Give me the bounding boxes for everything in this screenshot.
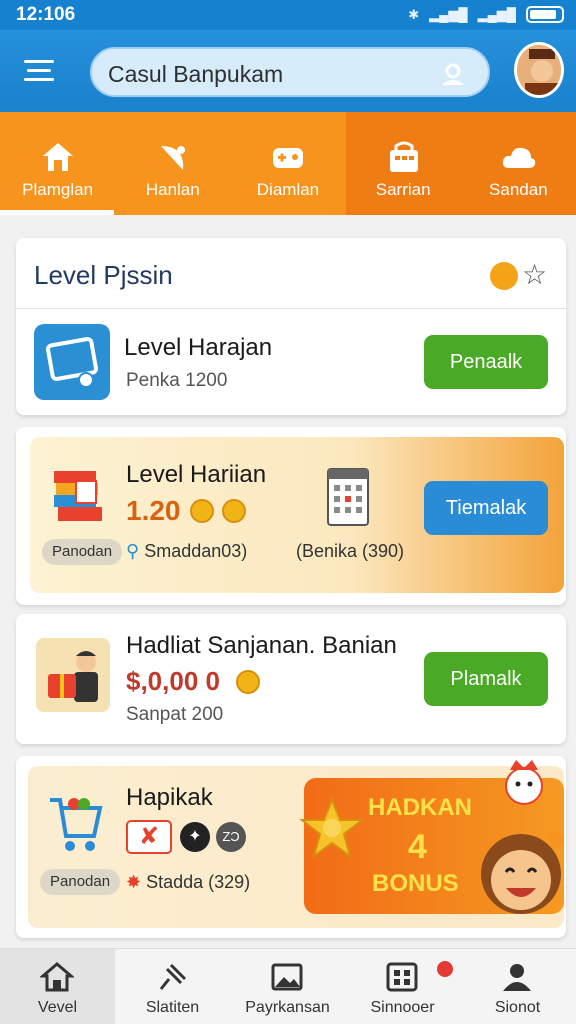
card4-title: Hapikak: [126, 784, 213, 811]
signal-icon: ▂▄▆█: [429, 6, 468, 22]
card4-meta-row: ✸ Stadda (329): [126, 872, 250, 893]
book-stack-icon: [54, 471, 102, 521]
category-pill: Panodan: [40, 869, 121, 895]
nav-label: Sinnooer: [370, 999, 435, 1016]
status-bar: 12:106 ✱ ▂▄▆█ ▂▄▆█: [0, 0, 576, 30]
nav-sinnooer[interactable]: Sinnooer: [345, 949, 460, 1024]
level-app-icon: [34, 324, 110, 400]
signal-icon-2: ▂▄▆█: [477, 6, 516, 22]
image-icon: [271, 963, 303, 991]
tab-label: Sandan: [489, 180, 548, 199]
level-title: Level Harajan: [124, 334, 273, 361]
link-icon: ⚲: [126, 541, 145, 561]
home-icon: [43, 143, 73, 171]
card3-title: Hadliat Sanjanan. Banian: [126, 632, 397, 659]
cloud-icon: [502, 147, 535, 168]
divider: [16, 308, 566, 309]
coin-icon: [190, 499, 214, 523]
menu-icon[interactable]: [24, 56, 58, 86]
level-subtitle: Penka 1200: [126, 370, 228, 391]
avatar[interactable]: [514, 42, 564, 98]
nav-label: Vevel: [37, 999, 78, 1016]
tab-diamlan[interactable]: Diamlan: [230, 112, 345, 215]
reward-card: Hadliat Sanjanan. Banian $,0,00 0 Sanpat…: [16, 614, 566, 744]
tab-label: Sarrian: [375, 180, 431, 199]
tab-sandan[interactable]: Sandan: [460, 112, 576, 215]
status-time: 12:106: [16, 4, 76, 25]
avatar-icon: [517, 45, 561, 95]
screen-icon: [46, 337, 98, 388]
nav-payrkansan[interactable]: Payrkansan: [230, 949, 345, 1024]
tab-hanlan[interactable]: Hanlan: [115, 112, 230, 215]
bonus-line3: BONUS: [372, 870, 459, 897]
card4-meta: Stadda (329): [146, 872, 251, 892]
section-title: Level Pjssin: [34, 260, 173, 290]
notification-badge: [437, 961, 453, 977]
bonus-line2: 4: [408, 828, 427, 866]
gamepad-icon: [273, 148, 304, 168]
reward-thumbnail: [36, 638, 110, 712]
card3-subtitle: Sanpat 200: [126, 704, 224, 725]
battery-icon: [526, 6, 564, 23]
tab-label: Diamlan: [256, 180, 320, 199]
tab-plamglan[interactable]: Plamglan: [0, 112, 115, 215]
compass-icon: ✦: [180, 822, 210, 852]
nav-label: Slatiten: [145, 999, 200, 1016]
nav-sionot[interactable]: Sionot: [460, 949, 575, 1024]
star-icon[interactable]: ☆: [522, 258, 547, 291]
penaalk-button[interactable]: Penaalk: [424, 335, 548, 389]
bluetooth-icon: ✱: [408, 6, 420, 22]
person-icon: [503, 964, 531, 991]
grid-icon: [386, 962, 418, 992]
coin-icon: [236, 670, 260, 694]
card2-meta1: Smaddan03): [144, 541, 248, 561]
nav-slatiten[interactable]: Slatiten: [115, 949, 230, 1024]
tab-label: Hanlan: [145, 180, 200, 199]
chicken-mascot-icon: [505, 760, 543, 805]
calendar-icon: [327, 468, 369, 526]
level-section-card: Level Pjssin ☆ Level Harajan Penka 1200 …: [16, 238, 566, 415]
satellite-icon: [161, 146, 186, 170]
bottom-nav: Vevel Slatiten Payrkansan Sinnooer Siono…: [0, 948, 576, 1024]
star-medal-icon: [300, 798, 364, 859]
card2-meta2: (Benika (390): [296, 541, 405, 561]
gift-person-icon: [48, 651, 98, 702]
nav-label: Sionot: [494, 999, 541, 1016]
app-header: Casul Banpukam: [0, 30, 576, 112]
card2-meta1-row: ⚲ Smaddan03): [126, 541, 247, 562]
tab-label: Plamglan: [22, 180, 94, 199]
cart-icon: [50, 798, 103, 851]
ticket-icon: ✘: [126, 820, 172, 854]
daily-level-card: Level Hariian 1.20 Panodan ⚲ Smaddan03) …: [16, 427, 566, 605]
bonus-line1: HADKAN: [368, 794, 472, 821]
plamalk-button[interactable]: Plamalk: [424, 652, 548, 706]
nav-vevel[interactable]: Vevel: [0, 949, 115, 1024]
record-icon[interactable]: [490, 262, 518, 290]
monkey-mascot-icon: [481, 832, 564, 914]
search-bar[interactable]: Casul Banpukam: [90, 47, 490, 97]
count-badge: ZƆ: [216, 822, 246, 852]
tiemalak-button[interactable]: Tiemalak: [424, 481, 548, 535]
nav-label: Payrkansan: [245, 999, 330, 1016]
shop-icon: [389, 141, 418, 172]
bonus-card: Hapikak ✘ ✦ ZƆ Panodan ✸ Stadda (329) HA…: [16, 756, 566, 938]
card2-title: Level Hariian: [126, 461, 267, 488]
category-pill: Panodan: [42, 539, 123, 565]
category-tabs: Plamglan Hanlan Diamlan Sarrian Sandan: [0, 112, 576, 215]
home-icon: [40, 962, 74, 992]
card3-amount: $,0,00 0: [126, 666, 220, 696]
card2-value: 1.20: [126, 495, 181, 526]
user-icon[interactable]: [440, 61, 466, 87]
coin-icon: [222, 499, 246, 523]
tab-sarrian[interactable]: Sarrian: [345, 112, 461, 215]
pin-icon: [159, 963, 187, 990]
search-text: Casul Banpukam: [108, 61, 284, 87]
status-icons: ✱ ▂▄▆█ ▂▄▆█: [408, 6, 564, 23]
spark-icon: ✸: [126, 872, 147, 892]
